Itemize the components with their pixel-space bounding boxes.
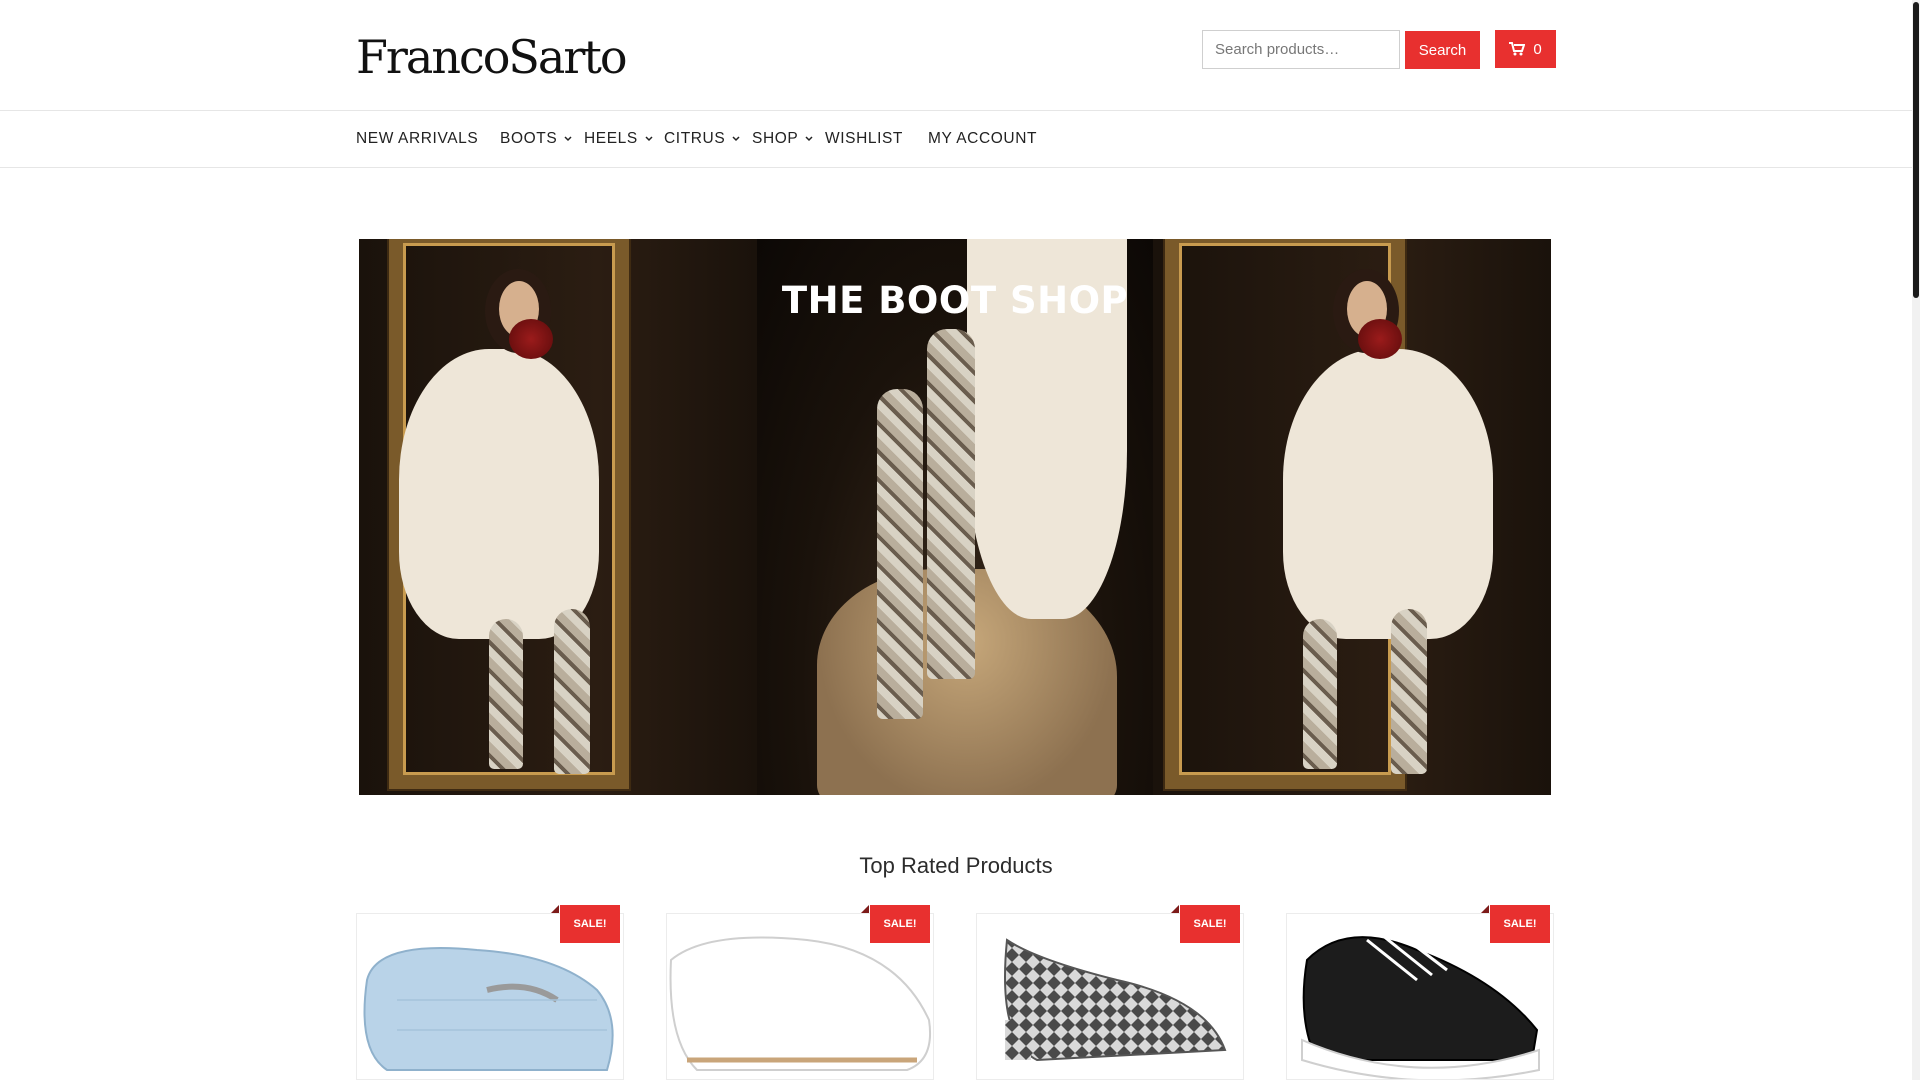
sale-badge: SALE! — [1180, 905, 1240, 943]
chevron-down-icon — [805, 136, 813, 142]
hero-panel-left — [359, 239, 757, 795]
cart-icon — [1509, 42, 1526, 56]
sneaker-image — [1301, 930, 1540, 1079]
site-header: FrancoSarto Search 0 — [0, 0, 1912, 111]
scrollbar-thumb[interactable] — [1913, 2, 1919, 298]
snakeskin-boot — [489, 619, 523, 769]
rose — [1358, 319, 1402, 359]
nav-item-label: WISHLIST — [825, 130, 904, 147]
hero-panel-middle — [757, 239, 1153, 795]
hero-banner[interactable]: THE BOOT SHOP — [359, 239, 1551, 795]
snakeskin-boot — [1391, 609, 1427, 774]
rose — [509, 319, 553, 359]
logo[interactable]: FrancoSarto — [356, 30, 628, 84]
hero-title: THE BOOT SHOP — [781, 279, 1129, 322]
sale-badge-fold — [861, 905, 869, 913]
snakeskin-boot — [927, 329, 975, 679]
sale-badge-fold — [551, 905, 559, 913]
cart-button[interactable]: 0 — [1495, 30, 1556, 68]
nav-item-boots[interactable]: BOOTS — [500, 111, 573, 167]
hero-panel-right — [1153, 239, 1551, 795]
nav-item-label: BOOTS — [500, 130, 558, 147]
sale-badge-fold — [1171, 905, 1179, 913]
sale-badge: SALE! — [560, 905, 620, 943]
chevron-down-icon — [645, 136, 653, 142]
model-coat — [1283, 349, 1493, 639]
nav-item-label: MY ACCOUNT — [928, 130, 1038, 147]
snakeskin-flat-image — [1004, 938, 1227, 1062]
nav-item-wishlist[interactable]: WISHLIST — [825, 111, 903, 167]
nav-item-label: HEELS — [584, 130, 638, 147]
sale-badge-fold — [1481, 905, 1489, 913]
nav-item-label: SHOP — [752, 130, 799, 147]
main-nav: NEW ARRIVALS BOOTS HEELS CITRUS SHOP WIS… — [0, 111, 1912, 168]
chevron-down-icon — [732, 136, 740, 142]
nav-item-label: NEW ARRIVALS — [356, 130, 479, 147]
search-button[interactable]: Search — [1405, 31, 1480, 69]
nav-item-heels[interactable]: HEELS — [584, 111, 654, 167]
snakeskin-boot — [1303, 619, 1337, 769]
nav-item-my-account[interactable]: MY ACCOUNT — [928, 111, 1037, 167]
model-coat — [399, 349, 599, 639]
nav-item-label: CITRUS — [664, 130, 726, 147]
search-input[interactable] — [1202, 30, 1400, 69]
slip-on-image — [669, 936, 931, 1071]
nav-item-shop[interactable]: SHOP — [752, 111, 814, 167]
section-title: Top Rated Products — [859, 853, 1053, 878]
nav-item-citrus[interactable]: CITRUS — [664, 111, 741, 167]
snakeskin-boot — [877, 389, 923, 719]
nav-item-new-arrivals[interactable]: NEW ARRIVALS — [356, 111, 478, 167]
cart-count: 0 — [1533, 40, 1542, 58]
sale-badge: SALE! — [1490, 905, 1550, 943]
sale-badge: SALE! — [870, 905, 930, 943]
loafer-image — [363, 947, 614, 1071]
snakeskin-boot — [554, 609, 590, 774]
page-scrollbar[interactable] — [1912, 0, 1920, 1080]
chevron-down-icon — [564, 136, 572, 142]
